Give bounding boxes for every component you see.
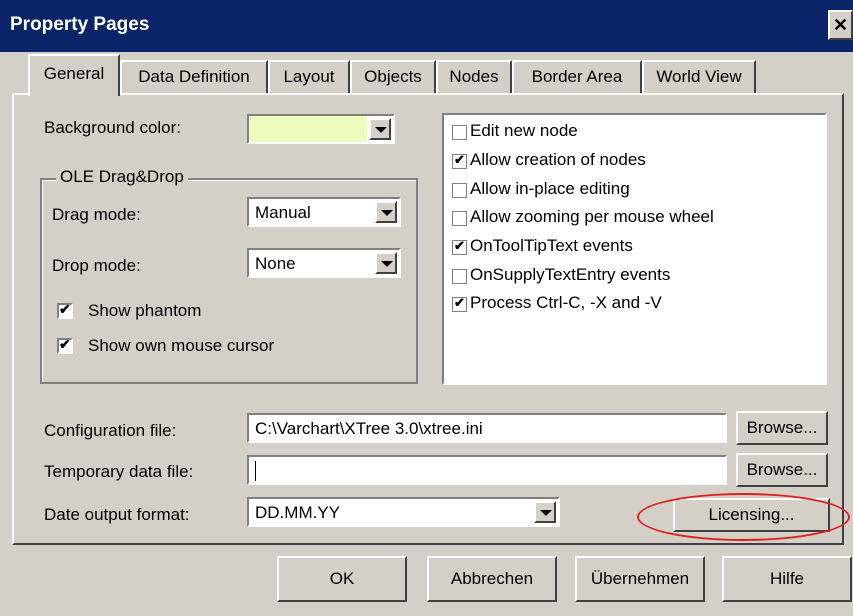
tab-objects[interactable]: Objects xyxy=(350,60,436,94)
tab-layout[interactable]: Layout xyxy=(268,60,350,94)
config-browse-button[interactable]: Browse... xyxy=(736,411,828,445)
highlight-annotation xyxy=(637,493,850,541)
option-label: Allow in-place editing xyxy=(470,179,630,198)
chevron-down-icon[interactable] xyxy=(369,118,391,140)
drag-mode-dropdown[interactable]: Manual xyxy=(247,197,401,227)
tab-data-definition[interactable]: Data Definition xyxy=(120,60,268,94)
tab-world-view[interactable]: World View xyxy=(642,60,756,94)
drag-mode-value: Manual xyxy=(255,203,311,222)
options-listbox[interactable]: Edit new node ✔ Allow creation of nodes … xyxy=(442,113,827,385)
show-cursor-label: Show own mouse cursor xyxy=(88,336,275,355)
date-format-label: Date output format: xyxy=(44,505,190,524)
tab-nodes[interactable]: Nodes xyxy=(436,60,512,94)
config-file-value: C:\Varchart\XTree 3.0\xtree.ini xyxy=(255,419,483,438)
check-icon: ✔ xyxy=(454,152,465,167)
option-label: Process Ctrl-C, -X and -V xyxy=(470,293,662,312)
background-color-dropdown[interactable] xyxy=(247,114,395,144)
option-checkbox[interactable] xyxy=(452,125,467,140)
ok-button[interactable]: OK xyxy=(277,556,407,602)
text-caret xyxy=(255,461,256,481)
drop-mode-value: None xyxy=(255,254,296,273)
option-label: Allow creation of nodes xyxy=(470,150,646,169)
color-swatch xyxy=(249,116,367,142)
option-label: Edit new node xyxy=(470,121,578,140)
config-file-input[interactable]: C:\Varchart\XTree 3.0\xtree.ini xyxy=(247,413,727,443)
tab-general[interactable]: General xyxy=(28,54,120,96)
option-checkbox[interactable] xyxy=(452,269,467,284)
option-checkbox[interactable] xyxy=(452,183,467,198)
check-icon: ✔ xyxy=(59,301,71,317)
ole-group-title: OLE Drag&Drop xyxy=(56,167,188,187)
option-label: OnToolTipText events xyxy=(470,236,633,255)
title-bar: Property Pages ✕ xyxy=(0,0,853,52)
chevron-down-icon[interactable] xyxy=(375,252,397,274)
apply-button[interactable]: Übernehmen xyxy=(575,556,705,602)
option-checkbox[interactable]: ✔ xyxy=(452,238,467,255)
show-phantom-label: Show phantom xyxy=(88,301,202,320)
check-icon: ✔ xyxy=(59,336,71,352)
help-button[interactable]: Hilfe xyxy=(722,556,852,602)
show-cursor-checkbox[interactable]: ✔ xyxy=(57,336,73,354)
date-format-dropdown[interactable]: DD.MM.YY xyxy=(247,497,560,527)
check-icon: ✔ xyxy=(454,295,465,310)
option-checkbox[interactable]: ✔ xyxy=(452,152,467,169)
option-checkbox[interactable]: ✔ xyxy=(452,295,467,312)
temp-file-input[interactable] xyxy=(247,455,727,485)
cancel-button[interactable]: Abbrechen xyxy=(427,556,557,602)
window-title: Property Pages xyxy=(10,14,150,35)
temp-file-label: Temporary data file: xyxy=(44,462,194,481)
chevron-down-icon[interactable] xyxy=(534,501,556,523)
background-color-label: Background color: xyxy=(44,118,182,137)
config-file-label: Configuration file: xyxy=(44,421,177,440)
drag-mode-label: Drag mode: xyxy=(52,205,141,224)
tab-border-area[interactable]: Border Area xyxy=(512,60,642,94)
option-checkbox[interactable] xyxy=(452,211,467,226)
drop-mode-dropdown[interactable]: None xyxy=(247,248,401,278)
check-icon: ✔ xyxy=(454,238,465,253)
chevron-down-icon[interactable] xyxy=(375,201,397,223)
show-phantom-checkbox[interactable]: ✔ xyxy=(57,301,73,319)
date-format-value: DD.MM.YY xyxy=(255,503,340,522)
option-label: Allow zooming per mouse wheel xyxy=(470,207,714,226)
option-label: OnSupplyTextEntry events xyxy=(470,265,671,284)
temp-browse-button[interactable]: Browse... xyxy=(736,453,828,487)
close-icon[interactable]: ✕ xyxy=(828,10,853,40)
drop-mode-label: Drop mode: xyxy=(52,256,141,275)
